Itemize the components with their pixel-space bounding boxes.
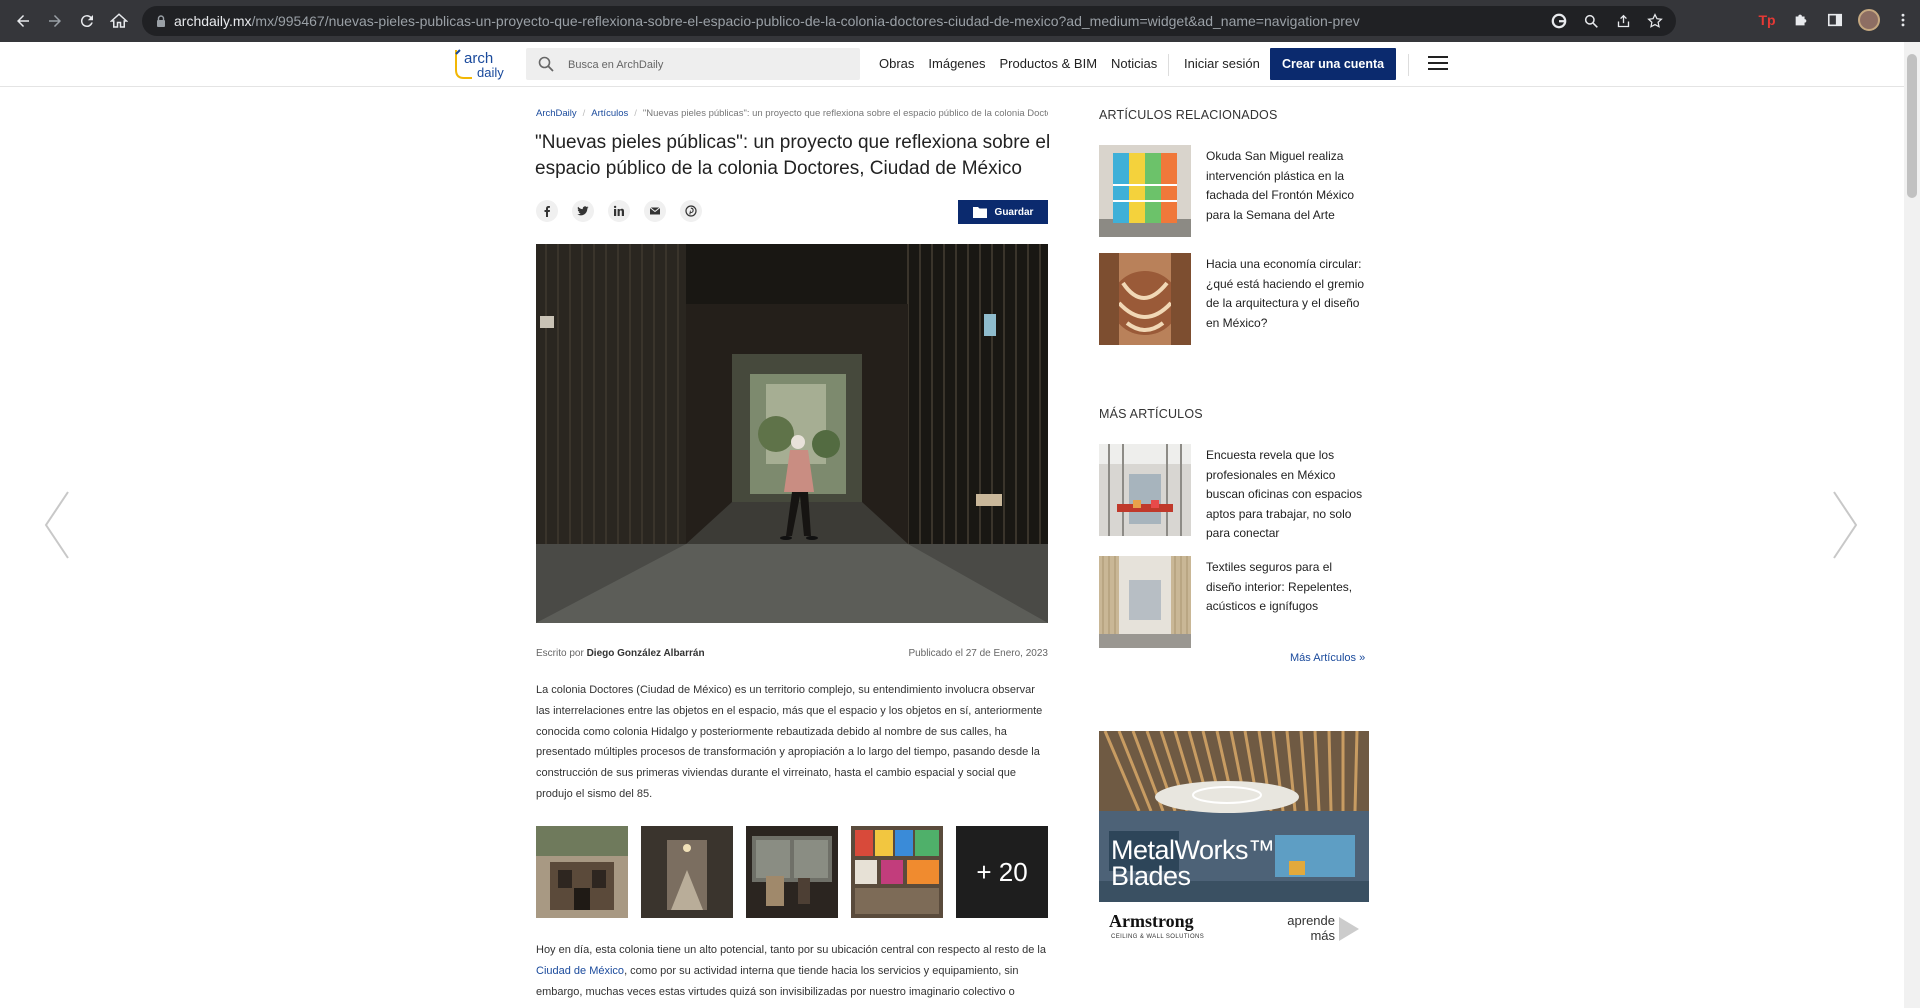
twitter-icon[interactable]: [572, 200, 594, 222]
related-article-title[interactable]: Hacia una economía circular: ¿qué está h…: [1206, 255, 1370, 333]
armstrong-logo: Armstrong: [1109, 911, 1194, 931]
divider: [1408, 54, 1409, 76]
more-article-item[interactable]: Textiles seguros para el diseño interior…: [1099, 556, 1369, 648]
ad-cta-text[interactable]: aprende más: [1275, 913, 1335, 943]
google-lens-icon[interactable]: [1550, 12, 1568, 30]
nav-obras[interactable]: Obras: [879, 56, 914, 71]
article-paragraph: Hoy en día, esta colonia tiene un alto p…: [536, 944, 1046, 998]
image-gallery: + 20: [536, 826, 1048, 918]
pinterest-icon[interactable]: [680, 200, 702, 222]
address-bar[interactable]: archdaily.mx/mx/995467/nuevas-pieles-pub…: [142, 6, 1676, 36]
ad-title: MetalWorks™ Blades: [1111, 835, 1275, 891]
gallery-more-count: + 20: [976, 856, 1028, 887]
more-article-item[interactable]: Encuesta revela que los profesionales en…: [1099, 444, 1369, 540]
nav-productos-bim[interactable]: Productos & BIM: [1000, 56, 1098, 71]
more-article-thumb[interactable]: [1099, 556, 1191, 648]
share-icon[interactable]: [1614, 12, 1632, 30]
site-header: arch daily Obras Imágenes Productos & BI…: [0, 42, 1904, 87]
save-button[interactable]: Guardar: [958, 200, 1048, 224]
search-input[interactable]: [566, 54, 850, 76]
url-text[interactable]: archdaily.mx/mx/995467/nuevas-pieles-pub…: [174, 13, 1360, 29]
signup-button[interactable]: Crear una cuenta: [1270, 48, 1397, 80]
forward-icon[interactable]: [42, 8, 68, 34]
back-icon[interactable]: [10, 8, 36, 34]
extensions-puzzle-icon[interactable]: [1790, 8, 1812, 32]
more-article-thumb[interactable]: [1099, 444, 1191, 536]
linkedin-icon[interactable]: [608, 200, 630, 222]
byline: Escrito por Diego González Albarrán Publ…: [536, 648, 1048, 659]
archdaily-logo[interactable]: arch daily: [452, 46, 512, 82]
bookmark-star-icon[interactable]: [1646, 12, 1664, 30]
nav-imagenes[interactable]: Imágenes: [928, 56, 985, 71]
related-article-item[interactable]: Hacia una economía circular: ¿qué está h…: [1099, 253, 1369, 345]
gallery-thumb[interactable]: [641, 826, 733, 918]
prev-article-arrow-icon[interactable]: [42, 490, 72, 560]
menu-dots-icon[interactable]: [1892, 8, 1914, 32]
related-article-title[interactable]: Okuda San Miguel realiza intervención pl…: [1206, 147, 1370, 225]
facebook-icon[interactable]: [536, 200, 558, 222]
breadcrumb-articulos[interactable]: Artículos: [591, 108, 628, 119]
related-article-thumb[interactable]: [1099, 145, 1191, 237]
browser-toolbar: archdaily.mx/mx/995467/nuevas-pieles-pub…: [0, 0, 1920, 42]
armstrong-ad-banner[interactable]: MetalWorks™ Blades Armstrong CEILING & WA…: [1099, 731, 1369, 947]
next-article-arrow-icon[interactable]: [1830, 490, 1860, 560]
more-articles-heading: MÁS ARTÍCULOS: [1099, 407, 1203, 421]
ciudad-de-mexico-link[interactable]: Ciudad de México: [536, 965, 624, 977]
hamburger-menu-icon[interactable]: [1428, 56, 1448, 72]
gallery-thumb[interactable]: [536, 826, 628, 918]
save-label: Guardar: [994, 206, 1034, 218]
more-articles-link[interactable]: Más Artículos »: [1290, 652, 1365, 664]
nav-noticias[interactable]: Noticias: [1111, 56, 1157, 71]
publish-date: Publicado el 27 de Enero, 2023: [908, 648, 1048, 659]
search-icon[interactable]: [538, 56, 554, 72]
gallery-thumb[interactable]: [851, 826, 943, 918]
byline-prefix: Escrito por: [536, 648, 587, 659]
lock-icon[interactable]: [154, 14, 168, 28]
armstrong-tagline: CEILING & WALL SOLUTIONS: [1111, 934, 1205, 940]
profile-avatar[interactable]: [1858, 9, 1880, 31]
more-article-title[interactable]: Textiles seguros para el diseño interior…: [1206, 558, 1370, 617]
share-buttons: [536, 200, 702, 222]
breadcrumb: ArchDaily / Artículos / "Nuevas pieles públi…: [536, 108, 1048, 119]
side-panel-icon[interactable]: [1824, 8, 1846, 32]
related-article-item[interactable]: Okuda San Miguel realiza intervención pl…: [1099, 145, 1369, 237]
article-paragraph: La colonia Doctores (Ciudad de México) e…: [536, 684, 1043, 800]
article-title: "Nuevas pieles públicas": un proyecto qu…: [535, 132, 1051, 179]
play-arrow-icon[interactable]: [1339, 917, 1359, 941]
email-icon[interactable]: [644, 200, 666, 222]
scrollbar-thumb[interactable]: [1907, 54, 1917, 198]
gallery-more-button[interactable]: + 20: [956, 826, 1048, 918]
more-article-title[interactable]: Encuesta revela que los profesionales en…: [1206, 446, 1370, 544]
hero-image[interactable]: [536, 244, 1048, 623]
related-article-thumb[interactable]: [1099, 253, 1191, 345]
tp-extension-icon[interactable]: Tp: [1756, 8, 1778, 32]
main-nav: Obras Imágenes Productos & BIM Noticias: [879, 56, 1171, 71]
divider: [1168, 54, 1169, 76]
author-link[interactable]: Diego González Albarrán: [587, 648, 705, 659]
login-link[interactable]: Iniciar sesión: [1184, 56, 1260, 71]
svg-text:daily: daily: [477, 65, 504, 80]
breadcrumb-current: "Nuevas pieles públicas": un proyecto qu…: [642, 108, 1048, 119]
home-icon[interactable]: [106, 8, 132, 34]
gallery-thumb[interactable]: [746, 826, 838, 918]
zoom-icon[interactable]: [1582, 12, 1600, 30]
page-scrollbar[interactable]: [1904, 42, 1920, 1008]
related-articles-heading: ARTÍCULOS RELACIONADOS: [1099, 108, 1278, 122]
search-box[interactable]: [526, 48, 860, 80]
breadcrumb-archdaily[interactable]: ArchDaily: [536, 108, 577, 119]
reload-icon[interactable]: [74, 8, 100, 34]
folder-icon: [972, 207, 987, 218]
